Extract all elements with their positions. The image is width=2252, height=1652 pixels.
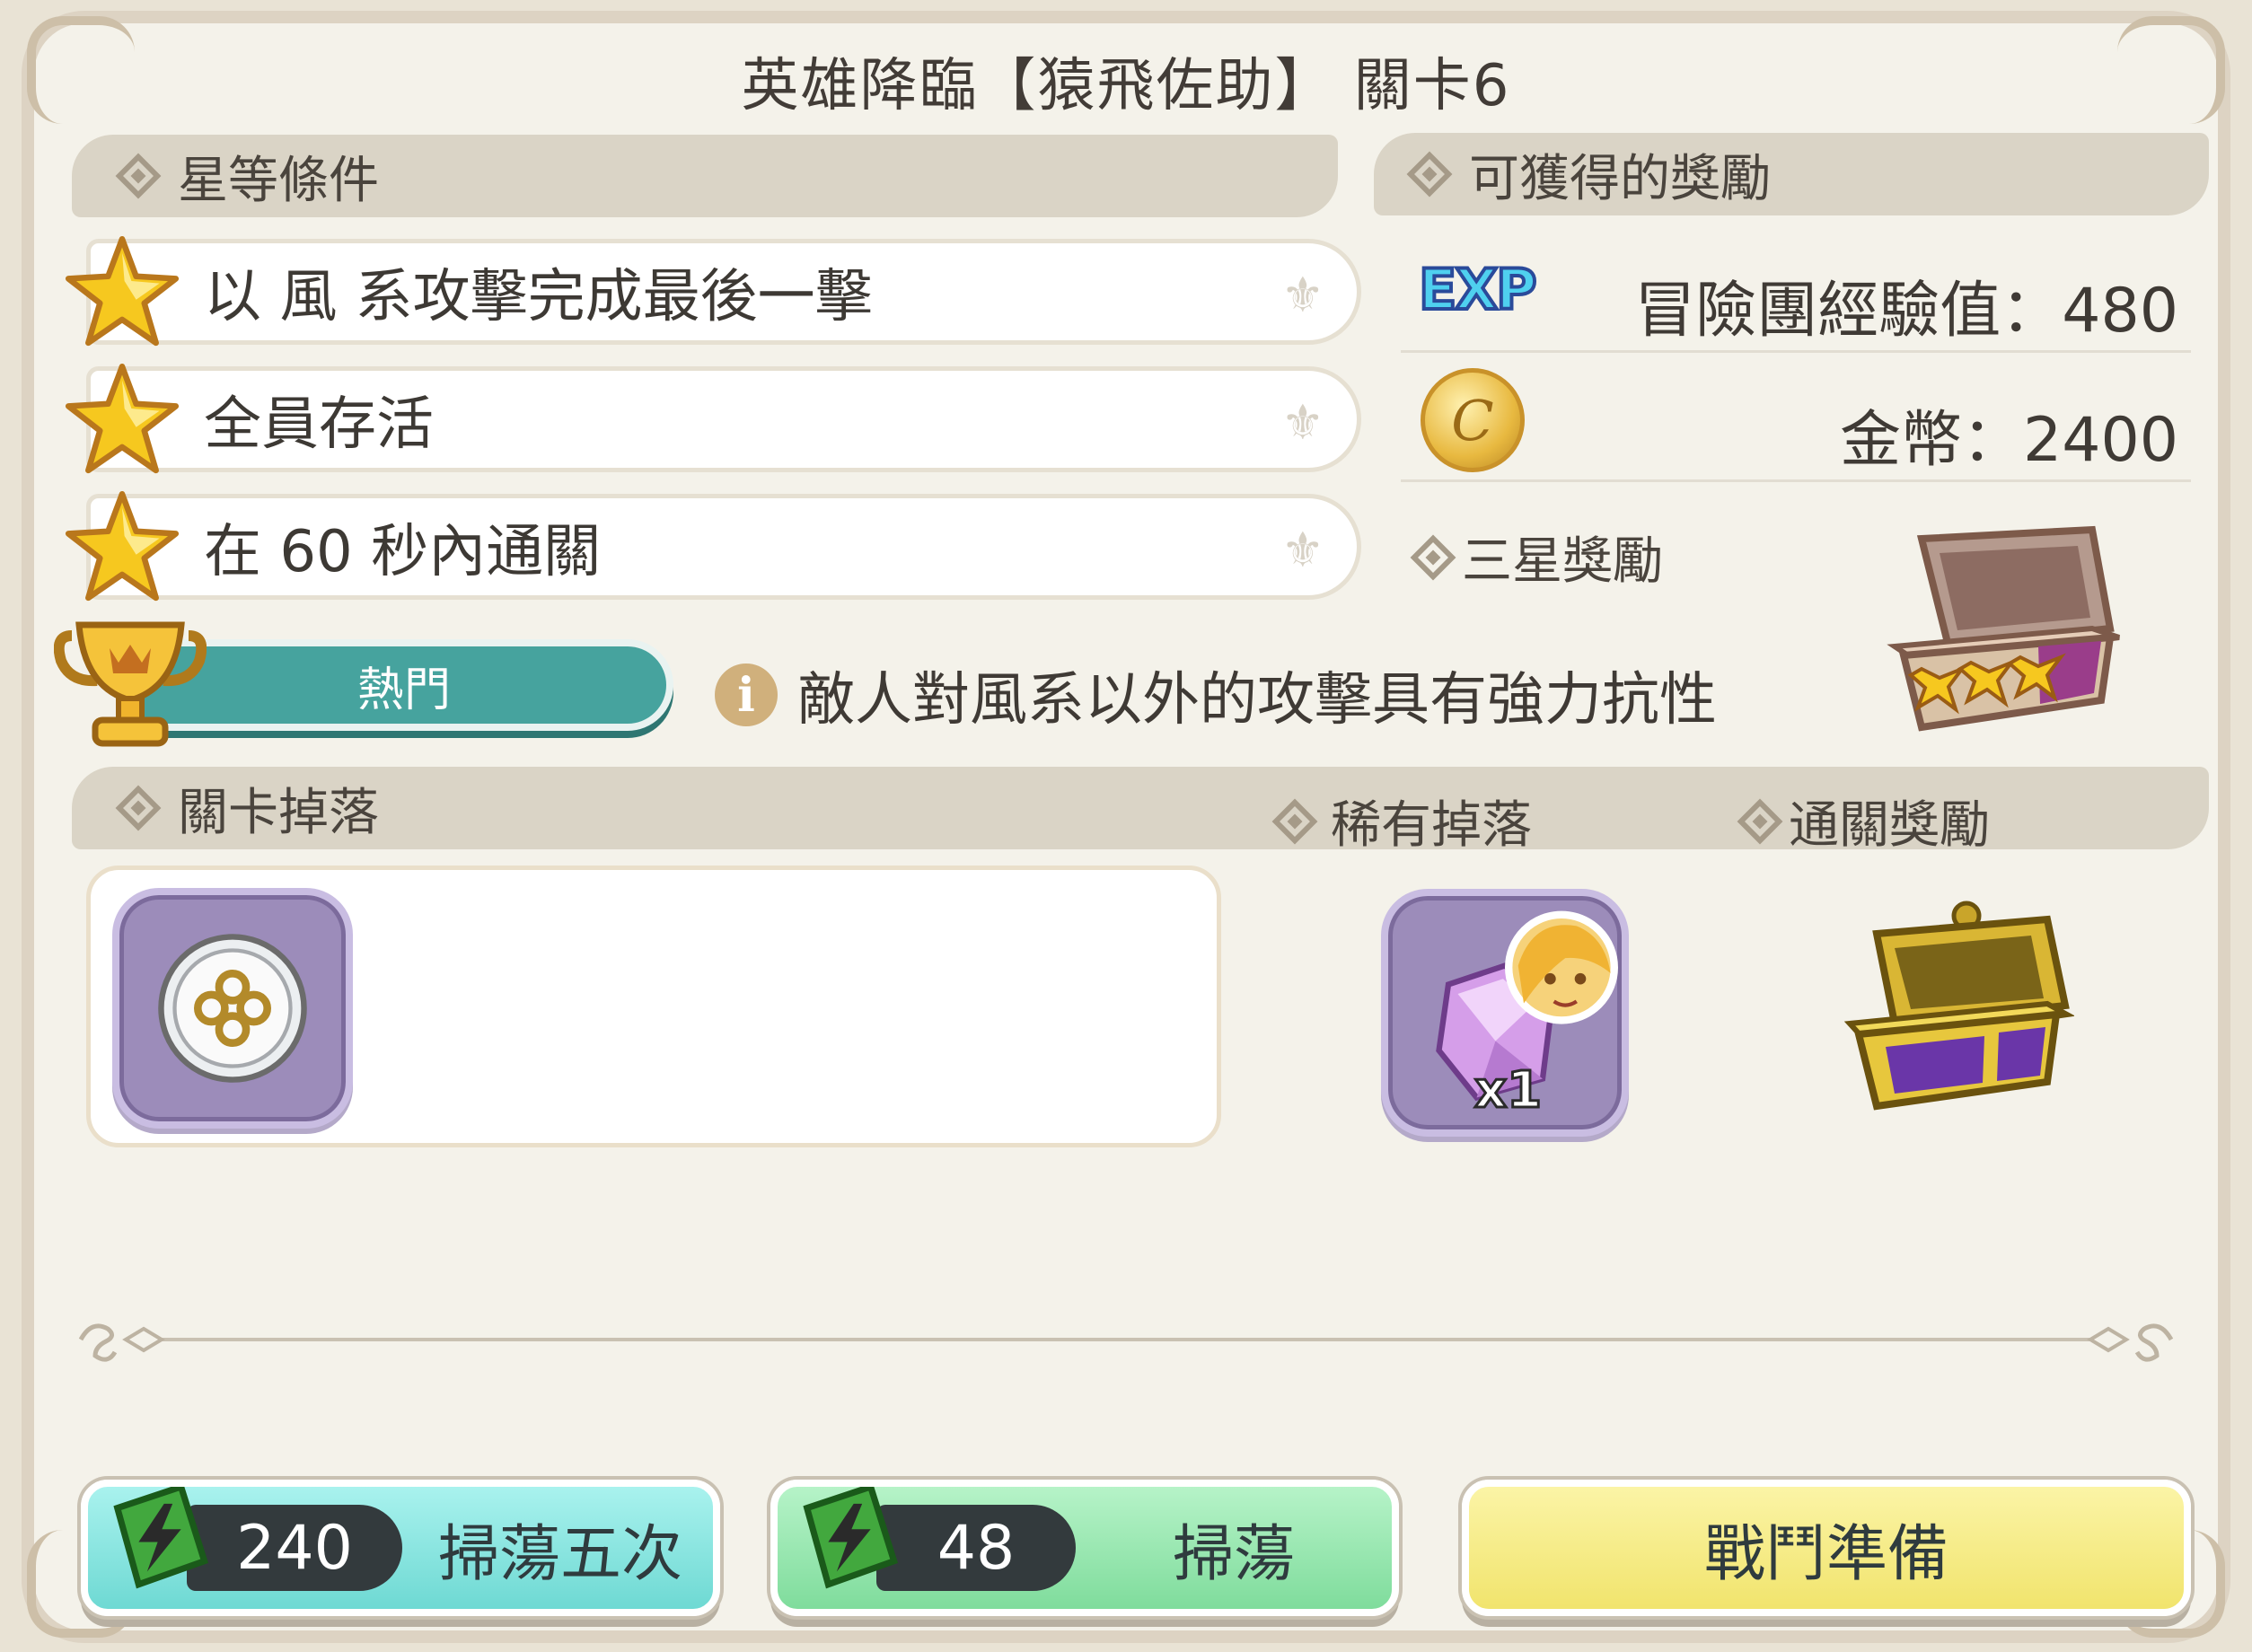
rewards-title: 可獲得的獎勵 [1469,149,1771,208]
fleur-ornament-icon: ⚜ [1280,267,1324,323]
divider-ornament [78,1323,2174,1362]
three-star-reward-label: 三星獎勵 [1462,532,1663,591]
trophy-icon [54,621,207,747]
stamina-bolt-icon [113,1487,209,1589]
hot-badge: 熱門 [126,639,673,731]
star-conditions-title: 星等條件 [178,151,379,210]
stage-title: 英雄降臨【猿飛佐助】 關卡6 [741,53,1511,119]
drop-item-slot[interactable] [112,888,353,1129]
diamond-icon [1271,798,1318,844]
battle-prepare-button[interactable]: 戰鬥準備 [1462,1480,2191,1616]
condition-label: 全員存活 [204,391,434,458]
hot-label: 熱門 [356,663,451,717]
clear-reward-title: 通關獎勵 [1789,796,1990,855]
stage-drop-title: 關卡掉落 [178,783,379,842]
diamond-icon [1406,151,1453,198]
exp-reward-value: 冒險團經驗值：480 [1634,276,2178,347]
stamina-bolt-icon [803,1487,899,1589]
clear-reward-chest-icon[interactable] [1832,898,2074,1122]
condition-label: 以 風 系攻擊完成最後一擊 [204,264,873,330]
star-condition-row: 在 60 秒內通關 ⚜ [65,490,1361,602]
sweep-five-label: 掃蕩五次 [438,1518,683,1590]
info-icon: i [715,663,778,726]
sweep-button[interactable]: 48 掃蕩 [770,1480,1399,1616]
star-icon [65,235,180,347]
sweep-five-button[interactable]: 240 掃蕩五次 [81,1480,720,1616]
three-star-chest-icon[interactable] [1886,521,2137,736]
three-star-reward-header: 三星獎勵 [1410,521,1663,593]
star-condition-row: 全員存活 ⚜ [65,363,1361,474]
coin-reward-value: 金幣：2400 [1839,405,2178,476]
sweep-label: 掃蕩 [1173,1518,1296,1590]
battle-prepare-label: 戰鬥準備 [1703,1518,1949,1590]
rewards-header: 可獲得的獎勵 [1374,133,2209,215]
coin-emblem-icon [158,934,307,1083]
diamond-icon [1737,798,1783,844]
diamond-icon [1410,534,1456,580]
star-conditions-header: 星等條件 [72,135,1338,217]
stage-hint-text: 敵人對風系以外的攻擊具有強力抗性 [797,667,1717,734]
diamond-icon [115,153,162,199]
coin-reward-row: C 金幣：2400 [1401,363,2191,482]
condition-label: 在 60 秒內通關 [204,519,602,585]
fleur-ornament-icon: ⚜ [1280,394,1324,451]
fleur-ornament-icon: ⚜ [1280,522,1324,578]
star-icon [65,363,180,474]
sweep-cost: 48 [876,1505,1076,1591]
coin-icon-glyph: C [1451,387,1494,453]
exp-icon: EXP [1417,255,1539,324]
stage-drop-list [86,866,1221,1147]
rare-drop-header: 稀有掉落 [1271,785,1532,857]
item-count: x1 [1473,1060,1543,1121]
star-condition-row: 以 風 系攻擊完成最後一擊 ⚜ [65,235,1361,347]
rare-drop-title: 稀有掉落 [1331,796,1532,855]
coin-icon: C [1421,368,1525,472]
stage-hint: i 敵人對風系以外的攻擊具有強力抗性 [715,654,1717,736]
diamond-icon [115,785,162,831]
exp-reward-row: EXP 冒險團經驗值：480 [1401,233,2191,353]
star-icon [65,490,180,602]
rare-drop-item[interactable]: x1 [1381,889,1629,1137]
clear-reward-header: 通關獎勵 [1737,785,1990,857]
sweep-five-cost: 240 [187,1505,402,1591]
